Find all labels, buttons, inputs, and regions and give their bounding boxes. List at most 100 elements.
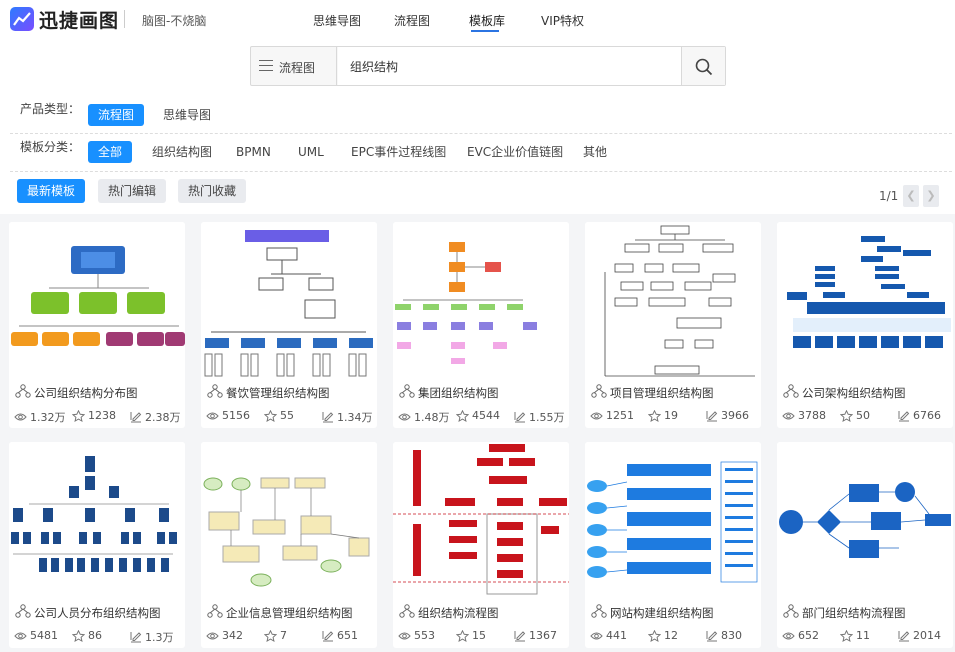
stars-count: 50 [856,409,870,422]
template-title[interactable]: 集团组织结构图 [418,385,499,401]
logo-text: 迅捷画图 [39,9,120,32]
views-stat: 441 [590,629,627,642]
views-count: 1251 [606,409,634,422]
stars-count: 19 [664,409,678,422]
category-option-bpmn[interactable]: BPMN [226,141,281,163]
edit-icon [706,410,721,422]
org-chart-icon [591,384,610,401]
stars-stat[interactable]: 19 [648,409,678,422]
template-card[interactable]: 网站构建组织结构图 441 12 830 [585,442,761,648]
category-option-epc[interactable]: EPC事件过程线图 [341,141,456,163]
template-thumbnail[interactable] [201,442,377,598]
template-title[interactable]: 公司组织结构分布图 [34,385,138,401]
views-stat: 5481 [14,629,58,642]
nav-vip[interactable]: VIP特权 [541,12,584,29]
search-category-select[interactable]: 流程图 [251,47,337,85]
stars-stat[interactable]: 12 [648,629,678,642]
eye-icon [14,412,30,422]
edit-icon [514,630,529,642]
nav-template-library[interactable]: 模板库 [469,12,505,29]
sort-hot-edit-button[interactable]: 热门编辑 [98,179,167,203]
category-option-all[interactable]: 全部 [88,141,133,163]
stars-stat[interactable]: 86 [72,629,102,642]
edit-icon [130,411,145,423]
stars-stat[interactable]: 11 [840,629,870,642]
sort-latest-button[interactable]: 最新模板 [17,179,86,203]
template-thumbnail[interactable] [585,442,761,598]
template-thumbnail[interactable] [201,222,377,378]
template-title[interactable]: 企业信息管理组织结构图 [226,605,353,621]
template-title[interactable]: 网站构建组织结构图 [610,605,714,621]
product-option-mindmap[interactable]: 思维导图 [153,104,221,126]
category-option-other[interactable]: 其他 [573,141,617,163]
nav-mindmap[interactable]: 思维导图 [313,12,361,29]
edit-icon [706,630,721,642]
template-thumbnail[interactable] [393,442,569,598]
template-thumbnail[interactable] [393,222,569,378]
eye-icon [590,411,606,421]
template-card[interactable]: 集团组织结构图 1.48万 4544 1.55万 [393,222,569,428]
template-title[interactable]: 公司架构组织结构图 [802,385,906,401]
template-title[interactable]: 项目管理组织结构图 [610,385,714,401]
stars-stat[interactable]: 50 [840,409,870,422]
next-page-icon[interactable]: ❯ [923,185,939,207]
template-card[interactable]: 餐饮管理组织结构图 5156 55 1.34万 [201,222,377,428]
views-stat: 553 [398,629,435,642]
stars-count: 7 [280,629,287,642]
template-card[interactable]: 公司人员分布组织结构图 5481 86 1.3万 [9,442,185,648]
org-chart-icon [399,384,418,401]
star-icon [840,629,856,642]
edits-count: 1.55万 [529,411,565,424]
views-stat: 342 [206,629,243,642]
template-card[interactable]: 企业信息管理组织结构图 342 7 651 [201,442,377,648]
edits-stat: 2.38万 [130,409,181,425]
prev-page-icon[interactable]: ❮ [903,185,919,207]
product-option-flowchart[interactable]: 流程图 [88,104,145,126]
template-thumbnail[interactable] [777,442,953,598]
stars-count: 11 [856,629,870,642]
nav-flowchart[interactable]: 流程图 [394,12,430,29]
template-thumbnail[interactable] [9,442,185,598]
edits-count: 6766 [913,409,941,422]
template-title[interactable]: 部门组织结构流程图 [802,605,906,621]
search-input[interactable] [338,47,682,85]
template-thumbnail[interactable] [9,222,185,378]
org-chart-icon [15,604,34,621]
template-card[interactable]: 项目管理组织结构图 1251 19 3966 [585,222,761,428]
org-chart-icon [207,384,226,401]
views-stat: 3788 [782,409,826,422]
template-card[interactable]: 组织结构流程图 553 15 1367 [393,442,569,648]
template-title[interactable]: 餐饮管理组织结构图 [226,385,330,401]
stars-stat[interactable]: 1238 [72,409,116,422]
star-icon [456,409,472,422]
edits-count: 2014 [913,629,941,642]
template-card[interactable]: 部门组织结构流程图 652 11 2014 [777,442,953,648]
stars-stat[interactable]: 7 [264,629,287,642]
template-title[interactable]: 组织结构流程图 [418,605,499,621]
stars-stat[interactable]: 4544 [456,409,500,422]
template-thumbnail[interactable] [777,222,953,378]
search-button[interactable] [681,47,725,85]
product-type-label: 产品类型： [20,101,81,116]
sort-hot-fav-button[interactable]: 热门收藏 [178,179,247,203]
stars-count: 12 [664,629,678,642]
category-option-evc[interactable]: EVC企业价值链图 [457,141,573,163]
stars-stat[interactable]: 55 [264,409,294,422]
template-card[interactable]: 公司组织结构分布图 1.32万 1238 2.38万 [9,222,185,428]
template-category-label: 模板分类： [20,139,81,154]
logo[interactable]: 迅捷画图 [10,6,119,32]
edits-stat: 6766 [898,409,941,422]
template-thumbnail[interactable] [585,222,761,378]
views-count: 553 [414,629,435,642]
search-section: 流程图 [0,38,955,96]
template-title[interactable]: 公司人员分布组织结构图 [34,605,161,621]
edits-count: 2.38万 [145,411,181,424]
header-divider [124,10,125,28]
category-option-uml[interactable]: UML [288,141,334,163]
stars-stat[interactable]: 15 [456,629,486,642]
views-stat: 652 [782,629,819,642]
category-option-org[interactable]: 组织结构图 [142,141,222,163]
template-card[interactable]: 公司架构组织结构图 3788 50 6766 [777,222,953,428]
edits-stat: 1.3万 [130,629,174,645]
star-icon [72,409,88,422]
